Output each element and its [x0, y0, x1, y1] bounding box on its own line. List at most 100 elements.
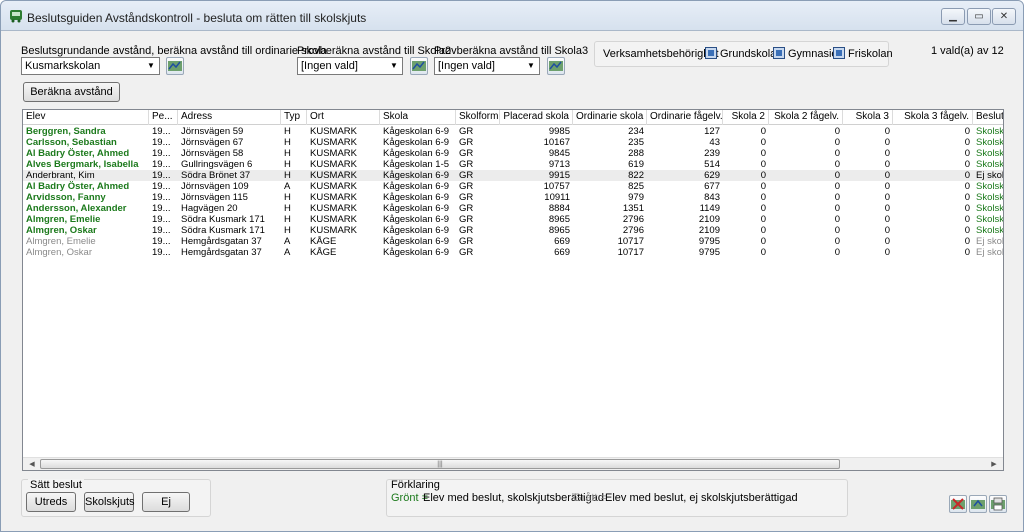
table-cell: 0 — [760, 126, 766, 137]
column-header[interactable]: Elev — [23, 110, 149, 125]
column-header[interactable]: Skola — [380, 110, 456, 125]
table-cell: 0 — [964, 236, 970, 247]
table-row[interactable]: Berggren, Sandra 19... Jörnsvägen 59 H KUSMA… — [23, 126, 1003, 137]
table-cell: KUSMARK — [310, 214, 357, 225]
table-cell: Ej skolskjuts — [976, 247, 1004, 258]
maximize-button[interactable]: ▭ — [967, 8, 991, 25]
window-title: Beslutsguiden Avståndskontroll - besluta… — [27, 11, 367, 25]
utreds-button[interactable]: Utreds — [26, 492, 76, 512]
table-cell: 9915 — [548, 170, 570, 181]
column-header[interactable]: Skola 2 — [723, 110, 769, 125]
table-cell: 677 — [704, 181, 720, 192]
table-cell: 0 — [964, 137, 970, 148]
column-header[interactable]: Typ — [281, 110, 307, 125]
table-cell: Almgren, Oskar — [26, 225, 97, 236]
table-cell: 10757 — [543, 181, 570, 192]
horizontal-scrollbar[interactable]: ◀ ||| ▶ — [23, 457, 1003, 470]
map-button-skola2[interactable] — [410, 57, 428, 75]
table-cell: A — [284, 247, 291, 258]
column-header[interactable]: Beslut — [973, 110, 1003, 125]
column-header[interactable]: Skola 3 fågelv. — [893, 110, 973, 125]
calculate-distance-button[interactable]: Beräkna avstånd — [23, 82, 120, 102]
ordinarie-school-select[interactable]: Kusmarkskolan ▼ — [21, 57, 160, 75]
column-header[interactable]: Skola 3 — [843, 110, 893, 125]
table-cell: 0 — [834, 225, 840, 236]
skola2-select[interactable]: [Ingen vald] ▼ — [297, 57, 403, 75]
skolskjuts-button[interactable]: Skolskjuts — [84, 492, 135, 512]
skola3-select[interactable]: [Ingen vald] ▼ — [434, 57, 540, 75]
table-row[interactable]: Anderbrant, Kim 19... Södra Brönet 37 H KUSM… — [23, 170, 1003, 181]
print-button[interactable] — [989, 495, 1007, 513]
table-cell: 239 — [704, 148, 720, 159]
table-cell: KUSMARK — [310, 126, 357, 137]
table-cell: KUSMARK — [310, 225, 357, 236]
table-row[interactable]: Almgren, Emelie 19... Hemgårdsgatan 37 A KÅG… — [23, 236, 1003, 247]
column-header[interactable]: Ort — [307, 110, 380, 125]
scroll-thumb[interactable]: ||| — [40, 459, 840, 469]
table-cell: KÅGE — [310, 247, 337, 258]
table-cell: 0 — [760, 159, 766, 170]
table-cell: KUSMARK — [310, 148, 357, 159]
table-cell: Södra Kusmark 171 — [181, 214, 265, 225]
close-button[interactable]: ✕ — [992, 8, 1016, 25]
column-header[interactable]: Pe... — [149, 110, 178, 125]
table-cell: 0 — [964, 192, 970, 203]
title-bar: Beslutsguiden Avståndskontroll - besluta… — [1, 1, 1023, 31]
table-cell: H — [284, 203, 291, 214]
export-button[interactable] — [969, 495, 987, 513]
column-header[interactable]: Ordinarie fågelv. — [647, 110, 723, 125]
table-cell: Almgren, Oskar — [26, 247, 92, 258]
table-row[interactable]: Al Badry Öster, Ahmed 19... Jörnsvägen 109… — [23, 181, 1003, 192]
map-button-skola3[interactable] — [547, 57, 565, 75]
ej-button[interactable]: Ej — [142, 492, 190, 512]
table-row[interactable]: Almgren, Oskar 19... Hemgårdsgatan 37 A KÅGE… — [23, 247, 1003, 258]
table-cell: 127 — [704, 126, 720, 137]
skola2-value: [Ingen vald] — [301, 60, 358, 72]
table-cell: 843 — [704, 192, 720, 203]
table-cell: 234 — [628, 126, 644, 137]
table-cell: 0 — [834, 247, 840, 258]
table-row[interactable]: Andersson, Alexander 19... Hagvägen 20 H KUS… — [23, 203, 1003, 214]
delete-map-button[interactable] — [949, 495, 967, 513]
checkbox-checked-icon — [773, 47, 785, 60]
table-cell: 9713 — [548, 159, 570, 170]
table-cell: GR — [459, 247, 474, 258]
table-cell: Alves Bergmark, Isabella — [26, 159, 139, 170]
column-header[interactable]: Adress — [178, 110, 281, 125]
table-cell: A — [284, 181, 291, 192]
table-cell: 0 — [834, 214, 840, 225]
table-cell: 19... — [152, 247, 171, 258]
column-header[interactable]: Skola 2 fågelv. — [769, 110, 843, 125]
table-cell: Skolskjuts — [976, 225, 1004, 236]
table-cell: Skolskjuts — [976, 214, 1004, 225]
table-cell: 10911 — [544, 192, 570, 203]
table-row[interactable]: Almgren, Oskar 19... Södra Kusmark 171 H KUS… — [23, 225, 1003, 236]
table-cell: 0 — [760, 203, 766, 214]
table-row[interactable]: Almgren, Emelie 19... Södra Kusmark 171 H KU… — [23, 214, 1003, 225]
table-row[interactable]: Al Badry Öster, Ahmed 19... Jörnsvägen 58 H… — [23, 148, 1003, 159]
table-cell: Al Badry Öster, Ahmed — [26, 148, 130, 159]
table-cell: H — [284, 148, 291, 159]
checkbox-friskolan[interactable]: Friskolan — [833, 47, 893, 60]
table-row[interactable]: Arvidsson, Fanny 19... Jörnsvägen 115 H KUSM… — [23, 192, 1003, 203]
scroll-right-icon[interactable]: ▶ — [987, 459, 1001, 470]
scroll-left-icon[interactable]: ◀ — [25, 459, 39, 470]
checkbox-gymnasiet[interactable]: Gymnasiet — [773, 47, 841, 60]
minimize-button[interactable]: ▁ — [941, 8, 965, 25]
table-cell: 19... — [152, 236, 171, 247]
column-header[interactable]: Ordinarie skola — [573, 110, 647, 125]
table-cell: Jörnsvägen 58 — [181, 148, 244, 159]
column-header[interactable]: Placerad skola — [500, 110, 573, 125]
table-cell: Skolskjuts — [976, 126, 1004, 137]
ordinarie-school-value: Kusmarkskolan — [25, 60, 101, 72]
table-cell: 2796 — [622, 225, 644, 236]
table-cell: H — [284, 170, 291, 181]
legend-group: Förklaring Grönt = Elev med beslut, skol… — [386, 479, 848, 517]
table-row[interactable]: Carlsson, Sebastian 19... Jörnsvägen 67 H KU… — [23, 137, 1003, 148]
table-cell: Skolskjuts — [976, 148, 1004, 159]
table-row[interactable]: Alves Bergmark, Isabella 19... Gullringsvä… — [23, 159, 1003, 170]
column-header[interactable]: Skolform — [456, 110, 500, 125]
table-cell: Skolskjuts — [976, 192, 1004, 203]
checkbox-grundskolan[interactable]: Grundskolan — [705, 47, 782, 60]
map-button-ordinarie[interactable] — [166, 57, 184, 75]
